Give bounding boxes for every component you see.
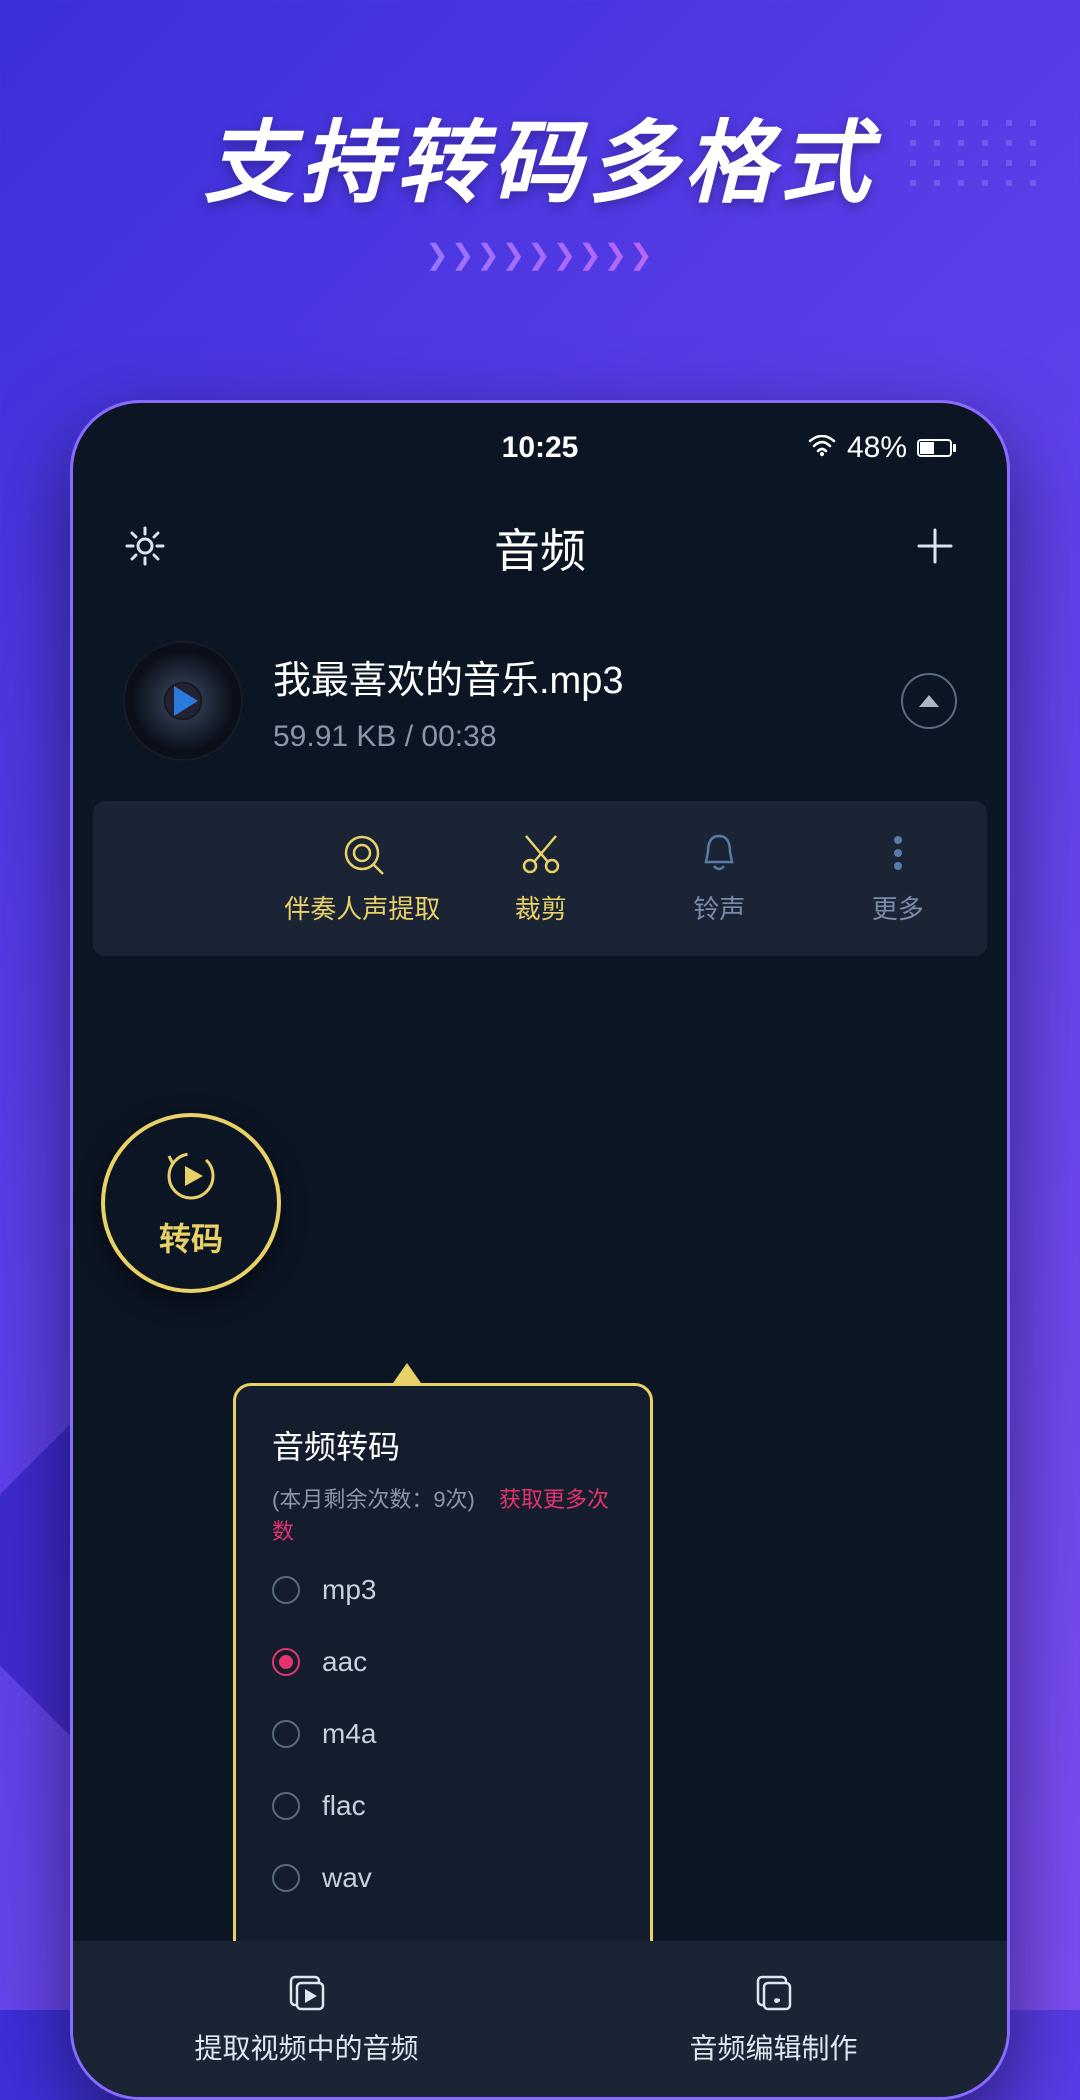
gear-icon[interactable] (123, 524, 167, 573)
dialog-remaining: (本月剩余次数：9次) (272, 1487, 475, 1512)
format-option-flac[interactable]: flac (272, 1790, 614, 1822)
vinyl-play-icon[interactable] (123, 641, 243, 761)
audio-item[interactable]: 我最喜欢的音乐.mp3 59.91 KB / 00:38 (73, 611, 1007, 791)
status-battery: 48% (847, 431, 907, 465)
plus-icon[interactable] (913, 524, 957, 573)
nav-audio-edit[interactable]: 音频编辑制作 (540, 1971, 1007, 2067)
transcode-badge[interactable]: 转码 (101, 1113, 281, 1293)
tool-more[interactable]: 更多 (809, 831, 988, 926)
scissors-icon (518, 831, 564, 875)
tool-ringtone[interactable]: 铃声 (630, 831, 809, 926)
radio-icon (272, 1576, 300, 1604)
audio-filename: 我最喜欢的音乐.mp3 (273, 649, 871, 704)
format-option-mp3[interactable]: mp3 (272, 1574, 614, 1606)
wifi-icon (807, 431, 837, 465)
format-list: mp3 aac m4a flac wav (272, 1574, 614, 1894)
transcode-dialog: 音频转码 (本月剩余次数：9次) 获取更多次数 mp3 aac m4a (233, 1363, 653, 2013)
chevron-up-icon (919, 695, 939, 707)
format-option-m4a[interactable]: m4a (272, 1718, 614, 1750)
radio-icon (272, 1720, 300, 1748)
format-option-wav[interactable]: wav (272, 1862, 614, 1894)
dialog-pointer (393, 1363, 421, 1383)
audio-edit-icon (752, 1971, 796, 2015)
battery-icon (917, 431, 957, 465)
video-extract-icon (285, 1971, 329, 2015)
bg-decoration-dots (910, 120, 1040, 186)
dots-icon (875, 831, 921, 875)
nav-extract-audio[interactable]: 提取视频中的音频 (73, 1971, 540, 2067)
chevrons-decoration: ❯❯❯❯❯❯❯❯❯ (0, 238, 1080, 271)
audio-meta: 59.91 KB / 00:38 (273, 720, 871, 754)
collapse-button[interactable] (901, 673, 957, 729)
status-bar: 10:25 48% (73, 403, 1007, 475)
bottom-nav: 提取视频中的音频 音频编辑制作 (73, 1941, 1007, 2097)
extract-icon (339, 831, 385, 875)
radio-icon (272, 1792, 300, 1820)
app-header: 音频 (73, 475, 1007, 611)
dialog-title: 音频转码 (272, 1422, 614, 1468)
radio-icon (272, 1648, 300, 1676)
format-option-aac[interactable]: aac (272, 1646, 614, 1678)
phone-frame: 10:25 48% 音频 我最喜欢的音乐.mp3 59.91 KB / 00:3… (70, 400, 1010, 2100)
bell-icon (696, 831, 742, 875)
tool-crop[interactable]: 裁剪 (452, 831, 631, 926)
radio-icon (272, 1864, 300, 1892)
status-time: 10:25 (502, 431, 579, 465)
transcode-label: 转码 (159, 1214, 223, 1260)
page-title: 音频 (494, 515, 586, 581)
tool-vocal-extract[interactable]: 伴奏人声提取 (273, 831, 452, 926)
tools-row: 伴奏人声提取 裁剪 铃声 更多 (93, 801, 987, 956)
